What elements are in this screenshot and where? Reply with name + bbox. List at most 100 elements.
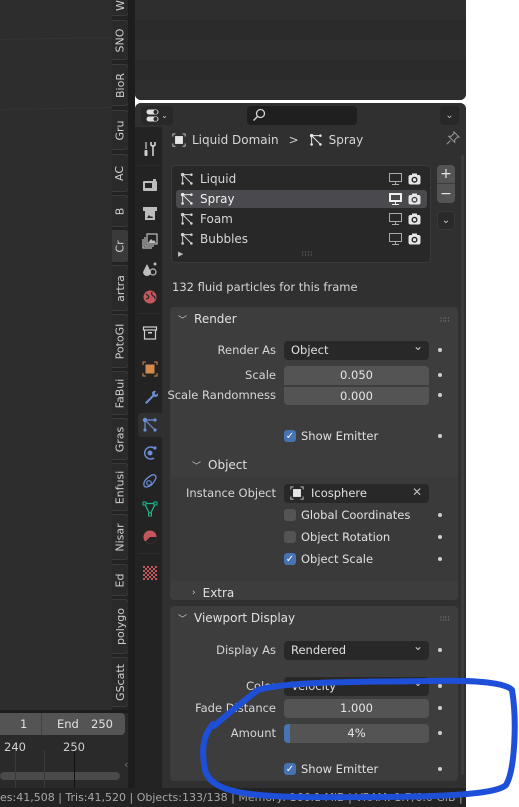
chevron-right-icon: › [192, 588, 196, 598]
tab-collection[interactable] [138, 321, 162, 345]
keyframe-dot[interactable] [438, 434, 442, 438]
clear-icon[interactable]: ✕ [412, 485, 422, 499]
list-specials-dropdown[interactable]: ⌄ [437, 211, 455, 230]
tab-particles[interactable] [138, 413, 162, 437]
monitor-icon[interactable] [389, 213, 402, 225]
keyframe-dot[interactable] [438, 393, 442, 397]
keyframe-dot[interactable] [438, 373, 442, 377]
scale-field[interactable]: 0.050 [284, 365, 429, 385]
scale-randomness-field[interactable]: 0.000 [284, 385, 429, 405]
global-coordinates-checkbox[interactable]: Global Coordinates [284, 508, 410, 522]
drag-grip-icon[interactable]: ∷∷ [440, 615, 450, 623]
keyframe-dot[interactable] [438, 648, 442, 652]
amount-slider[interactable]: 4% [284, 723, 429, 743]
camera-icon[interactable] [408, 213, 421, 225]
tab-object[interactable] [138, 357, 162, 381]
keyframe-dot[interactable] [438, 535, 442, 539]
sidebar-tab-active[interactable]: Cr [112, 230, 129, 262]
keyframe-dot[interactable] [438, 706, 442, 710]
object-subpanel-header[interactable]: ﹀ Object [170, 453, 458, 477]
display-as-dropdown[interactable]: Rendered [284, 639, 429, 660]
sidebar-tab[interactable]: Enfusi [112, 463, 129, 511]
sidebar-tab[interactable]: AC [112, 154, 129, 192]
object-scale-checkbox[interactable]: ✓ Object Scale [284, 552, 373, 566]
monitor-icon[interactable] [389, 193, 402, 205]
list-resize-grip[interactable]: ∷∷ [302, 250, 313, 258]
search-input[interactable] [247, 106, 357, 125]
tab-output[interactable] [138, 201, 162, 225]
tab-tool[interactable] [138, 137, 162, 161]
sidebar-tab[interactable]: FaBui [112, 371, 129, 415]
tab-scene[interactable] [138, 257, 162, 281]
tab-modifiers[interactable] [138, 385, 162, 409]
outliner-row[interactable] [135, 80, 466, 100]
render-as-dropdown[interactable]: Object [284, 339, 429, 360]
tab-texture[interactable] [138, 561, 162, 585]
viewport-display-panel-header[interactable]: ﹀ Viewport Display ∷∷ [170, 606, 458, 630]
keyframe-dot[interactable] [438, 731, 442, 735]
sidebar-tab[interactable]: Ed [112, 564, 129, 596]
outliner[interactable] [135, 0, 466, 100]
sidebar-tab[interactable]: SNO [112, 20, 129, 60]
list-item[interactable]: Bubbles [176, 230, 427, 248]
sidebar-tab[interactable]: PotoGI [112, 314, 129, 368]
keyframe-dot[interactable] [438, 684, 442, 688]
sidebar-tab[interactable]: W [112, 0, 129, 16]
render-panel-header[interactable]: ﹀ Render ∷∷ [170, 307, 458, 331]
camera-icon[interactable] [408, 193, 421, 205]
list-item[interactable]: Liquid [176, 170, 427, 188]
tab-data[interactable] [138, 497, 162, 521]
pin-button[interactable] [446, 130, 461, 148]
sidebar-tab[interactable]: GScatt [112, 657, 129, 707]
tab-material[interactable] [138, 525, 162, 549]
keyframe-dot[interactable] [438, 513, 442, 517]
add-particle-system-button[interactable]: + [437, 165, 455, 184]
keyframe-dot[interactable] [438, 767, 442, 771]
timeline-scrollbar[interactable] [0, 772, 120, 780]
list-filter-expand-icon[interactable]: ▶ [178, 250, 183, 258]
fade-distance-field[interactable]: 1.000 [284, 698, 429, 718]
outliner-row[interactable] [135, 60, 466, 80]
viewport-show-emitter-checkbox[interactable]: ✓ Show Emitter [284, 762, 378, 776]
tab-render[interactable] [138, 173, 162, 197]
sidebar-tab[interactable]: Gras [112, 418, 129, 460]
monitor-icon[interactable] [389, 173, 402, 185]
options-dropdown-button[interactable]: ⌄ [440, 106, 459, 125]
sidebar-tab[interactable]: B [112, 195, 129, 227]
tab-physics[interactable] [138, 441, 162, 465]
collapse-arrow-icon[interactable]: ‹ [124, 758, 128, 771]
sidebar-tab[interactable]: Nisar [112, 514, 129, 560]
tab-constraints[interactable] [138, 469, 162, 493]
outliner-row[interactable] [135, 20, 466, 40]
tab-view-layer[interactable] [138, 229, 162, 253]
list-item-selected[interactable]: Spray [176, 190, 427, 208]
outliner-row[interactable] [135, 0, 466, 20]
keyframe-dot[interactable] [438, 557, 442, 561]
monitor-icon[interactable] [389, 233, 402, 245]
sidebar-tab[interactable]: artra [112, 265, 129, 311]
scrollbar[interactable] [461, 155, 464, 775]
sidebar-tab[interactable]: polygo [112, 599, 129, 654]
extra-subpanel-header[interactable]: › Extra [170, 582, 458, 604]
area-divider[interactable] [128, 0, 135, 807]
sidebar-tab[interactable]: BioR [112, 64, 129, 106]
drag-grip-icon[interactable]: ∷∷ [440, 316, 450, 324]
start-frame-field[interactable]: 1 [20, 717, 27, 731]
camera-icon[interactable] [408, 173, 421, 185]
sidebar-tab[interactable]: Gru [112, 110, 129, 150]
end-frame-field[interactable]: 250 [91, 717, 113, 731]
show-emitter-checkbox[interactable]: ✓ Show Emitter [284, 429, 378, 443]
camera-icon[interactable] [408, 233, 421, 245]
keyframe-dot[interactable] [438, 348, 442, 352]
color-dropdown[interactable]: Velocity [284, 675, 429, 696]
object-rotation-checkbox[interactable]: Object Rotation [284, 530, 390, 544]
3d-viewport[interactable] [0, 0, 113, 710]
remove-particle-system-button[interactable]: − [437, 184, 455, 203]
editor-type-button[interactable]: ⌄ [141, 106, 173, 125]
chevron-down-icon: ﹀ [178, 614, 188, 625]
outliner-row[interactable] [135, 40, 466, 60]
list-item[interactable]: Foam [176, 210, 427, 228]
object-subpanel: ﹀ Object Instance Object Icosphere ✕ Glo… [170, 453, 458, 581]
tab-world[interactable] [138, 285, 162, 309]
instance-object-field[interactable]: Icosphere ✕ [284, 483, 429, 503]
